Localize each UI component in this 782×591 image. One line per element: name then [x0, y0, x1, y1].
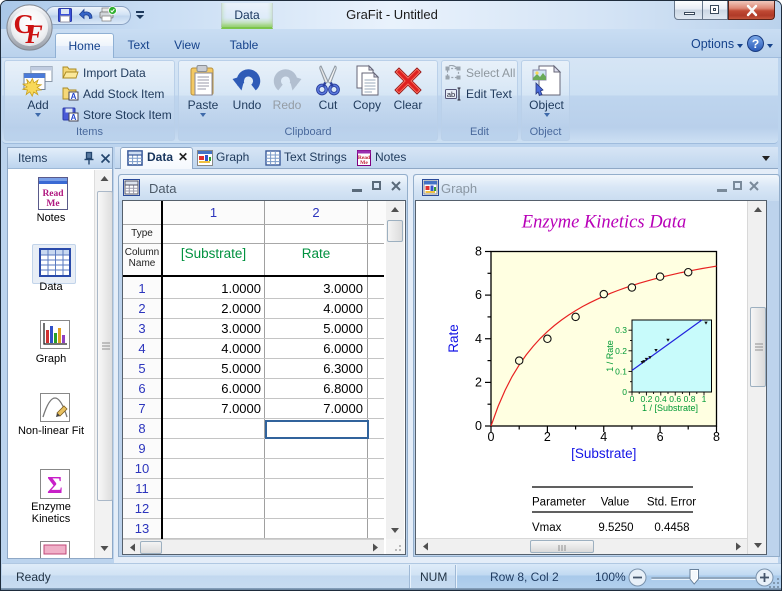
svg-text:F: F	[24, 20, 42, 49]
svg-text:1: 1	[702, 394, 707, 404]
svg-text:1 / [Substrate]: 1 / [Substrate]	[642, 403, 698, 413]
svg-text:Read: Read	[42, 189, 64, 199]
svg-text:9.5250: 9.5250	[598, 522, 633, 534]
svg-text:Value: Value	[601, 497, 630, 509]
svg-text:Σ: Σ	[47, 473, 63, 499]
svg-text:8: 8	[475, 245, 482, 259]
svg-text:A: A	[71, 92, 77, 101]
svg-text:ab: ab	[447, 90, 455, 99]
svg-text:0.4458: 0.4458	[654, 522, 689, 534]
svg-text:Parameter: Parameter	[532, 497, 586, 509]
svg-text:8: 8	[713, 430, 720, 444]
svg-text:4: 4	[475, 332, 482, 346]
svg-text:0: 0	[475, 419, 482, 433]
svg-text:6: 6	[475, 288, 482, 302]
svg-text:Std. Error: Std. Error	[647, 497, 696, 509]
svg-text:4: 4	[600, 430, 607, 444]
svg-text:1 / Rate: 1 / Rate	[605, 340, 615, 372]
svg-text:0: 0	[488, 430, 495, 444]
svg-text:6: 6	[657, 430, 664, 444]
svg-text:Rate: Rate	[446, 324, 461, 353]
svg-text:0.3: 0.3	[615, 325, 627, 335]
svg-text:?: ?	[752, 37, 759, 51]
svg-text:A: A	[71, 113, 77, 122]
svg-text:0.2: 0.2	[615, 346, 627, 356]
svg-text:0: 0	[622, 387, 627, 397]
svg-text:0: 0	[630, 394, 635, 404]
svg-text:Me: Me	[46, 199, 59, 209]
svg-text:Enzyme Kinetics Data: Enzyme Kinetics Data	[521, 213, 686, 233]
svg-text:Vmax: Vmax	[532, 522, 562, 534]
svg-text:Me: Me	[360, 160, 368, 166]
svg-text:2: 2	[544, 430, 551, 444]
svg-text:[Substrate]: [Substrate]	[571, 446, 636, 461]
svg-text:2: 2	[475, 375, 482, 389]
svg-text:0.1: 0.1	[615, 366, 627, 376]
